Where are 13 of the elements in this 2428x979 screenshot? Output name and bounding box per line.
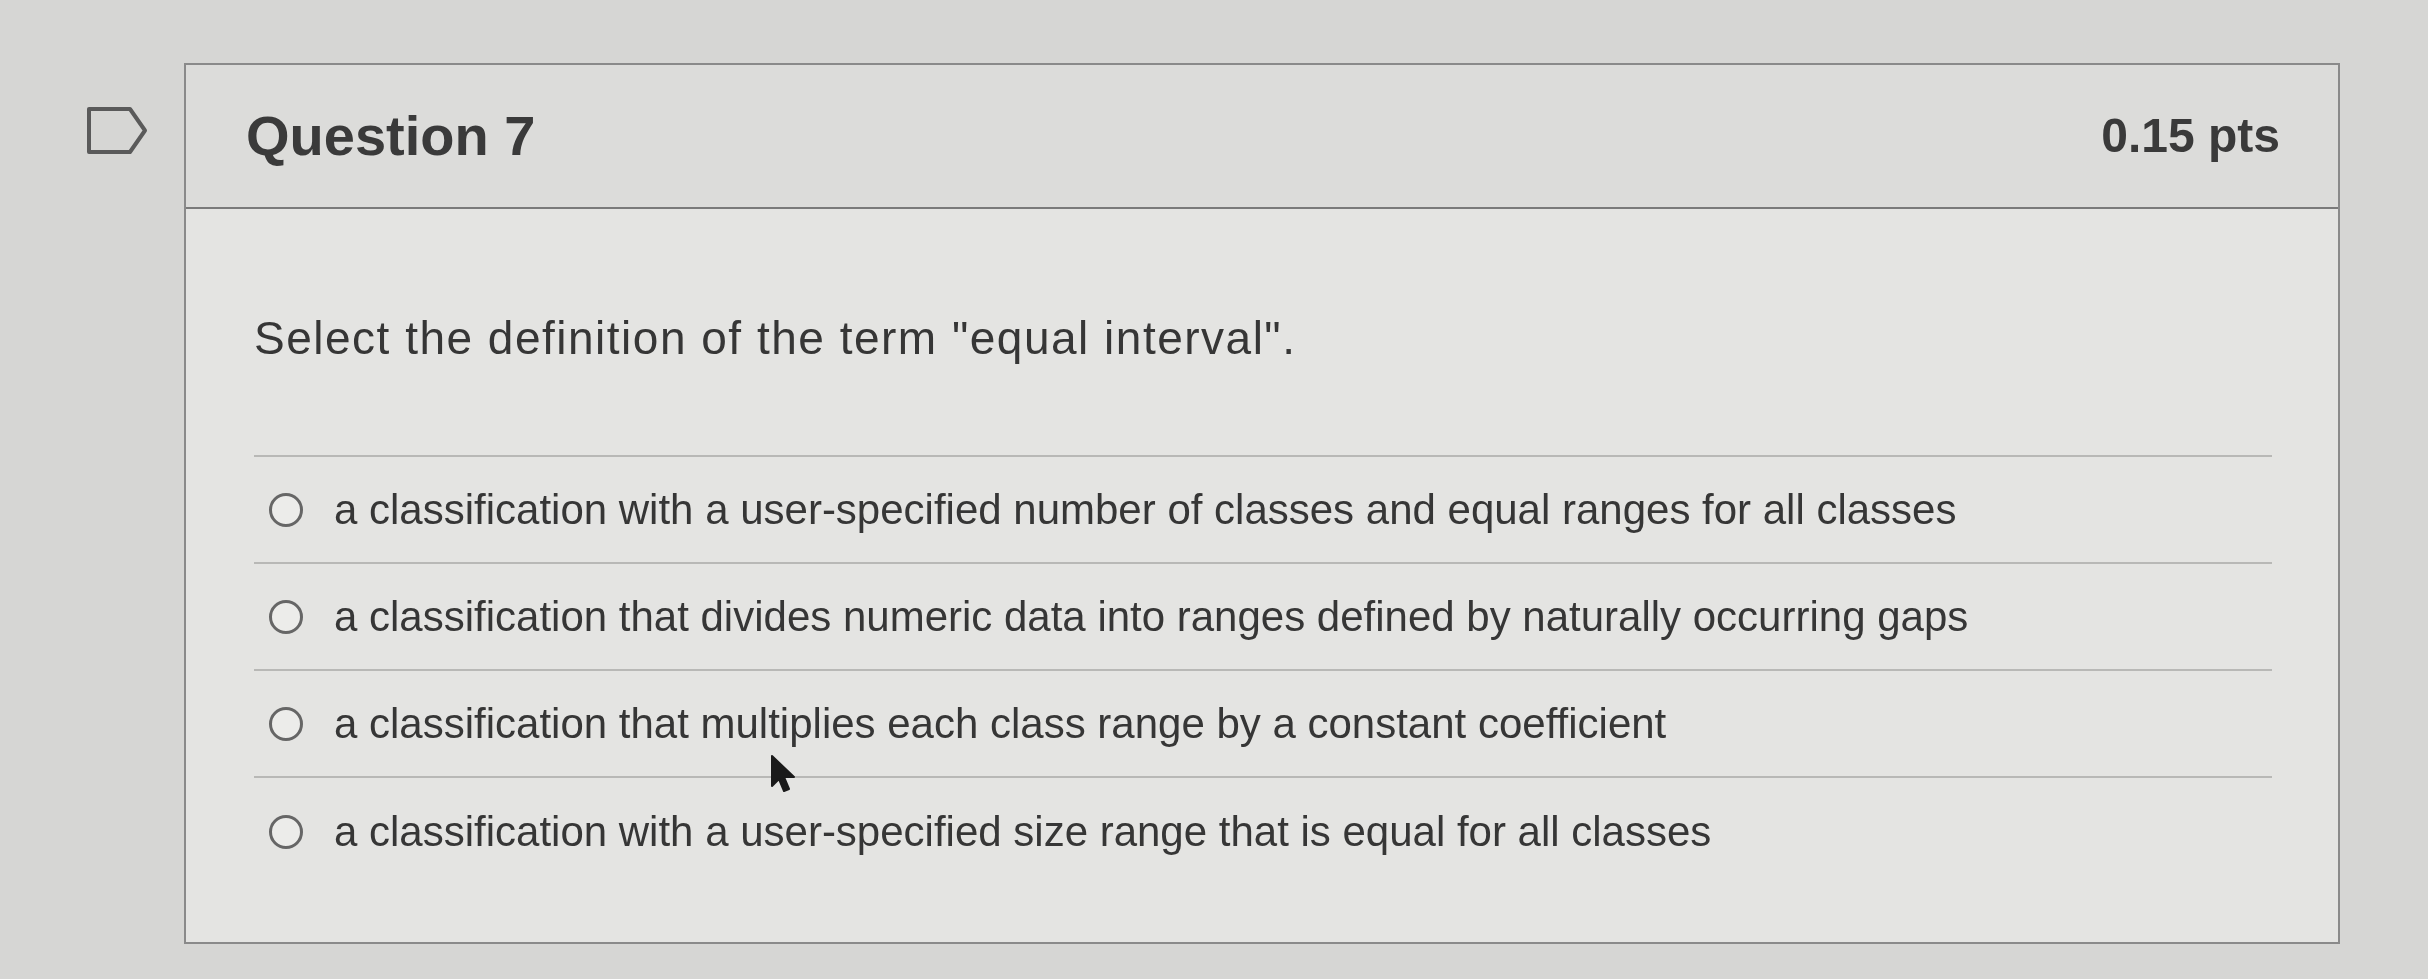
mouse-pointer-icon [770,754,798,794]
tag-outline-icon[interactable] [86,106,148,155]
option-label[interactable]: a classification with a user-specified number of classes and equal ranges for all classes [334,484,1957,535]
points-label: 0.15 pts [2101,112,2280,160]
radio-button[interactable] [269,492,303,527]
radio-button[interactable] [269,599,303,634]
radio-button[interactable] [269,706,303,741]
option-label[interactable]: a classification that divides numeric data into ranges defined by naturally occurring gaps [334,591,1969,642]
question-text: Select the definition of the term "equal interval". [254,311,1297,365]
question-title: Question 7 [246,108,536,164]
option-label[interactable]: a classification with a user-specified size range that is equal for all classes [334,806,1712,857]
radio-button[interactable] [269,814,303,849]
option-label[interactable]: a classification that multiplies each class range by a constant coefficient [334,698,1667,749]
